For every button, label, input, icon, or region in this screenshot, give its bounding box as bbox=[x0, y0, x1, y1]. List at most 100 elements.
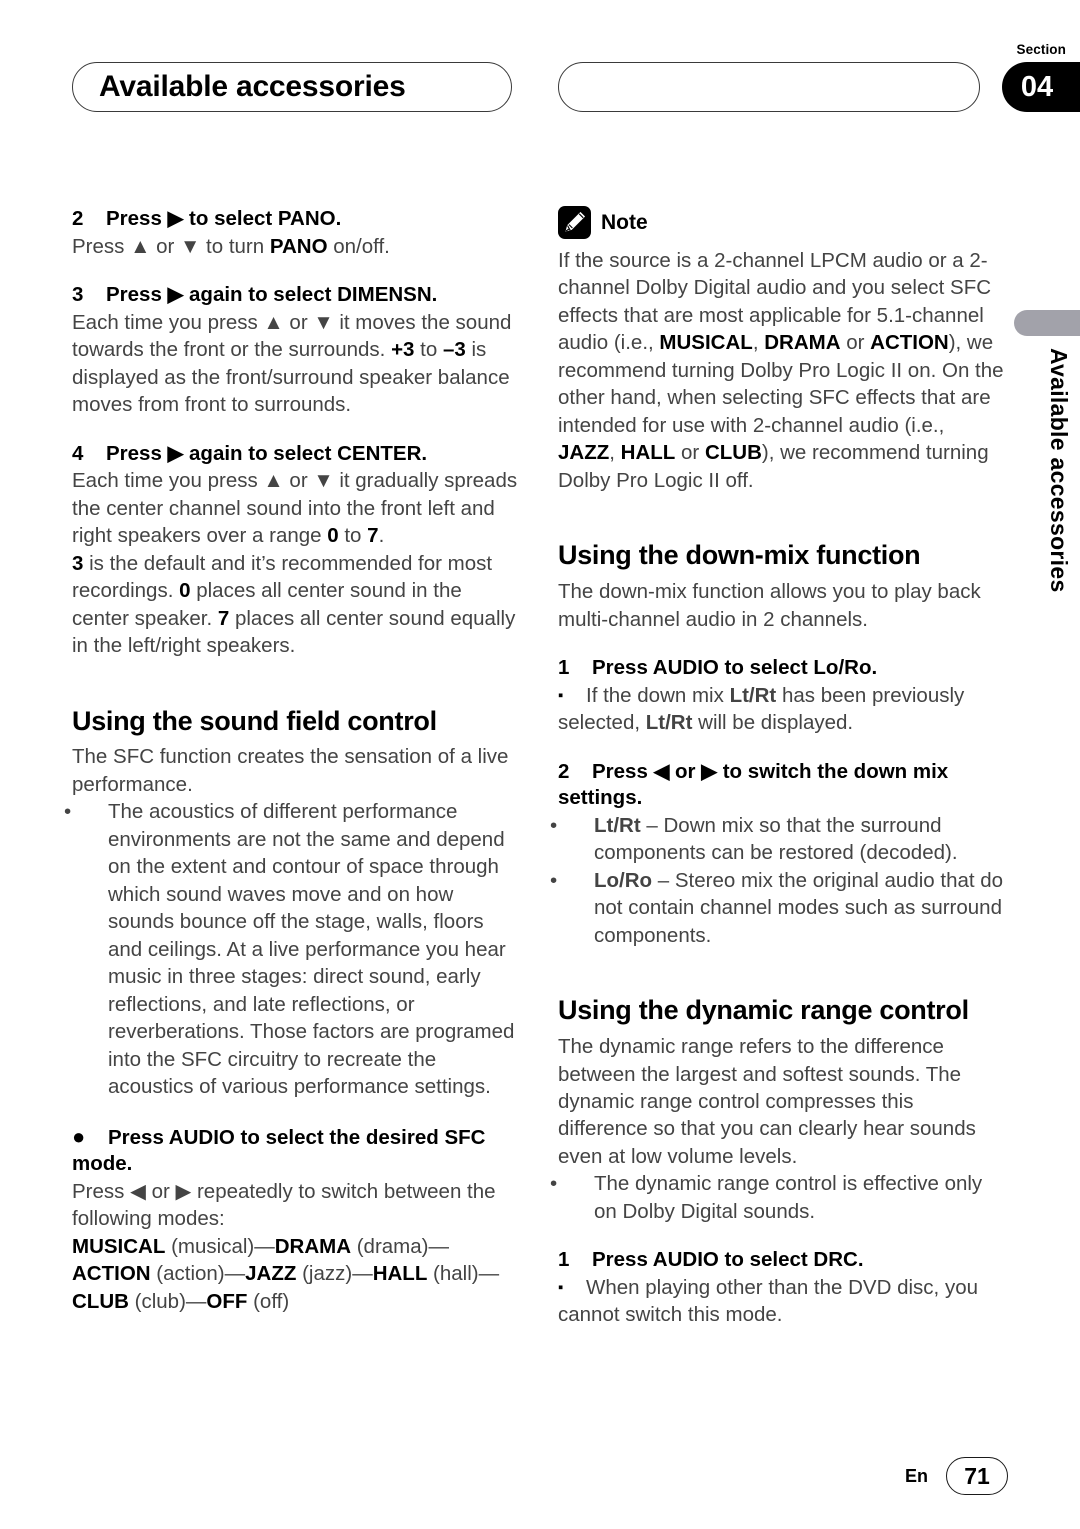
heading-sound-field-control: Using the sound field control bbox=[72, 705, 437, 736]
step-3-body-a: Each time you press bbox=[72, 310, 264, 334]
mode-drama: DRAMA bbox=[764, 331, 841, 355]
filled-bullet-icon: ● bbox=[72, 1123, 86, 1149]
bullet-dot-icon: • bbox=[64, 800, 72, 824]
step-2-number: 2 bbox=[72, 207, 84, 230]
mode-hall: HALL bbox=[372, 1262, 428, 1286]
loro-keyword: Lo/Ro bbox=[594, 868, 653, 892]
step-3-number: 3 bbox=[72, 283, 84, 307]
downmix-step-1-heading: 1 Press AUDIO to select Lo/Ro. bbox=[558, 655, 1006, 682]
sfc-action-body: Press ◀ or ▶ repeatedly to switch betwee… bbox=[72, 1178, 520, 1233]
down-arrow-icon: ▼ bbox=[313, 310, 334, 334]
step-3-heading: 3 Press ▶ again to select DIMENSN. bbox=[72, 282, 520, 309]
sfc-mode-list: MUSICAL (musical)—DRAMA (drama)—ACTION (… bbox=[72, 1234, 500, 1313]
drc-step-1-title: Press AUDIO to select DRC. bbox=[592, 1248, 864, 1272]
step-2-body-d: on/off. bbox=[327, 234, 390, 258]
downmix-bullet-loro: • Lo/Ro – Stereo mix the original audio t… bbox=[550, 868, 1004, 947]
mode-jazz: JAZZ bbox=[245, 1262, 297, 1286]
footer-language: En bbox=[904, 1465, 928, 1486]
step-2-body-c: to turn bbox=[200, 234, 270, 258]
up-arrow-icon: ▲ bbox=[263, 469, 284, 493]
step-4-p1-a: Each time you press bbox=[72, 469, 264, 493]
step-2-heading: 2 Press ▶ to select PANO. bbox=[72, 206, 520, 233]
step-2-title-a: Press bbox=[106, 207, 168, 230]
downmix-intro: The down-mix function allows you to play… bbox=[558, 580, 981, 631]
step-4-title-a: Press bbox=[106, 441, 168, 465]
mode-club: CLUB bbox=[72, 1289, 129, 1313]
right-arrow-icon: ▶ bbox=[701, 759, 717, 783]
value-0-keyword: 0 bbox=[179, 579, 191, 603]
margin-tab-marker bbox=[1014, 310, 1080, 336]
note-header: Note bbox=[558, 206, 1006, 239]
step-4-number: 4 bbox=[72, 441, 84, 465]
step-3-body-mid: to bbox=[414, 338, 443, 362]
drc-step-1-heading: 1 Press AUDIO to select DRC. bbox=[558, 1247, 1006, 1274]
downmix-step-1-note: ▪ If the down mix Lt/Rt has been previous… bbox=[558, 683, 965, 735]
ltrt-keyword: Lt/Rt bbox=[729, 683, 777, 707]
step-4-heading: 4 Press ▶ again to select CENTER. bbox=[72, 441, 520, 468]
mode-musical: MUSICAL bbox=[72, 1234, 166, 1258]
page-title: Available accessories bbox=[99, 70, 406, 103]
drc-bullet-1: • The dynamic range control is effective … bbox=[550, 1170, 1006, 1225]
downmix-step-2-number: 2 bbox=[558, 759, 570, 783]
section-label: Section bbox=[1016, 42, 1066, 57]
pencil-icon bbox=[558, 206, 591, 239]
plus3-keyword: +3 bbox=[391, 338, 415, 362]
bullet-dot-icon: • bbox=[550, 1172, 558, 1196]
mode-hall: HALL bbox=[620, 441, 676, 465]
up-arrow-icon: ▲ bbox=[130, 234, 151, 258]
step-4-paragraph-2: 3 is the default and it’s recommended fo… bbox=[72, 550, 520, 660]
left-arrow-icon: ◀ bbox=[130, 1179, 146, 1203]
step-4-paragraph-1: Each time you press ▲ or ▼ it gradually … bbox=[72, 467, 520, 549]
mode-musical: MUSICAL bbox=[659, 331, 753, 355]
drc-step-1-note-text: When playing other than the DVD disc, yo… bbox=[558, 1276, 978, 1327]
chapter-title-pill: Available accessories bbox=[72, 62, 512, 112]
down-arrow-icon: ▼ bbox=[313, 469, 334, 493]
pano-keyword: PANO bbox=[269, 234, 328, 258]
sfc-bullet-1-text: The acoustics of different performance e… bbox=[108, 800, 515, 1099]
mode-action: ACTION bbox=[72, 1262, 151, 1286]
section-number-badge: 04 bbox=[1002, 62, 1080, 112]
step-2-title-b: to select PANO. bbox=[183, 207, 342, 230]
value-0-keyword: 0 bbox=[327, 524, 339, 548]
mode-club: CLUB bbox=[704, 441, 762, 465]
step-3-body-b: or bbox=[283, 310, 314, 334]
down-arrow-icon: ▼ bbox=[180, 234, 201, 258]
sfc-action-heading: ● Press AUDIO to select the desired SFC m… bbox=[72, 1123, 520, 1178]
margin-chapter-title: Available accessories bbox=[1046, 348, 1072, 593]
right-column: Note If the source is a 2-channel LPCM a… bbox=[550, 206, 1006, 1329]
right-arrow-icon: ▶ bbox=[175, 1179, 192, 1203]
step-4-title-b: again to select CENTER. bbox=[183, 441, 428, 465]
mode-off: OFF bbox=[206, 1289, 248, 1313]
step-3-body: Each time you press ▲ or ▼ it moves the … bbox=[72, 309, 520, 419]
bullet-dot-icon: • bbox=[550, 813, 558, 837]
ltrt-keyword: Lt/Rt bbox=[594, 813, 641, 837]
page-footer: En 71 bbox=[905, 1457, 1008, 1495]
sfc-bullet-1: • The acoustics of different performance … bbox=[64, 798, 520, 1100]
up-arrow-icon: ▲ bbox=[263, 310, 284, 334]
bullet-dot-icon: • bbox=[550, 868, 558, 892]
step-4-p1-d: to bbox=[338, 524, 368, 548]
square-bullet-icon: ▪ bbox=[558, 686, 564, 704]
step-4-p1-e: . bbox=[378, 524, 385, 548]
mode-drama: DRAMA bbox=[274, 1234, 352, 1258]
left-arrow-icon: ◀ bbox=[653, 759, 670, 783]
drc-intro: The dynamic range refers to the differen… bbox=[558, 1035, 976, 1168]
sfc-action-title: Press AUDIO to select the desired SFC mo… bbox=[72, 1125, 486, 1176]
left-column: 2 Press ▶ to select PANO. Press ▲ or ▼ to… bbox=[64, 206, 520, 1315]
value-7-keyword: 7 bbox=[367, 524, 379, 548]
drc-bullet-1-text: The dynamic range control is effective o… bbox=[594, 1172, 983, 1223]
sfc-intro: The SFC function creates the sensation o… bbox=[72, 745, 509, 796]
sfc-action-body-a: Press bbox=[72, 1179, 131, 1203]
step-3-title-a: Press bbox=[106, 283, 168, 307]
heading-dynamic-range-control: Using the dynamic range control bbox=[558, 995, 969, 1026]
step-2-body-b: or bbox=[150, 234, 181, 258]
right-arrow-icon: ▶ bbox=[167, 283, 184, 307]
note-title: Note bbox=[601, 210, 648, 234]
minus3-keyword: –3 bbox=[442, 338, 466, 362]
header-empty-pill bbox=[558, 62, 980, 112]
downmix-step-1-number: 1 bbox=[558, 656, 570, 680]
square-bullet-icon: ▪ bbox=[558, 1279, 564, 1296]
right-arrow-icon: ▶ bbox=[167, 207, 184, 230]
page-header: Available accessories bbox=[0, 62, 1080, 120]
mode-jazz: JAZZ bbox=[558, 441, 610, 465]
